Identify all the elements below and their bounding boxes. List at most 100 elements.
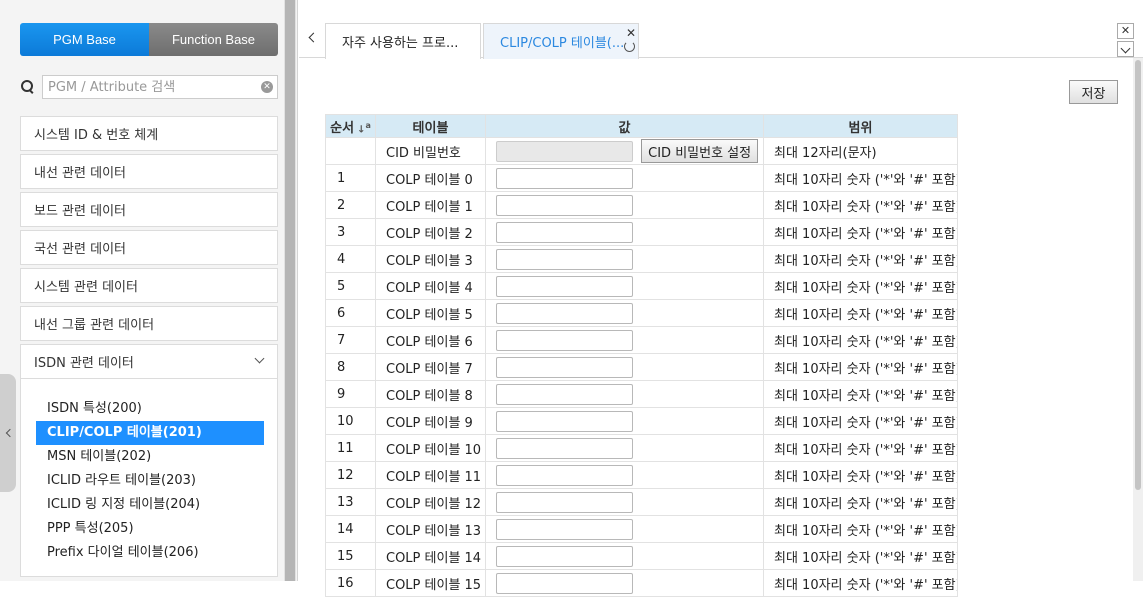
colp-value-input[interactable] bbox=[496, 356, 633, 378]
cell-table-name: COLP 테이블 3 bbox=[375, 245, 486, 273]
chevron-down-icon bbox=[254, 353, 265, 364]
search-box: ✕ bbox=[42, 75, 278, 99]
colp-value-input[interactable] bbox=[496, 491, 633, 513]
menu-item-system-id[interactable]: 시스템 ID & 번호 체계 bbox=[20, 116, 278, 151]
cell-value bbox=[485, 542, 764, 570]
cell-order: 10 bbox=[325, 407, 376, 435]
colp-value-input[interactable] bbox=[496, 221, 633, 243]
cell-order: 15 bbox=[325, 542, 376, 570]
cell-value bbox=[485, 569, 764, 597]
column-header-table: 테이블 bbox=[375, 114, 486, 138]
cell-table-name: COLP 테이블 7 bbox=[375, 353, 486, 381]
menu-item-extension-data[interactable]: 내선 관련 데이터 bbox=[20, 154, 278, 189]
cell-value: CID 비밀번호 설정 bbox=[485, 137, 764, 165]
chevron-left-icon bbox=[5, 428, 14, 438]
clip-colp-table: 순서 ↓a 테이블 값 범위 CID 비밀번호 CID 비밀번호 설정 최대 12… bbox=[325, 114, 958, 597]
clear-icon[interactable]: ✕ bbox=[261, 81, 273, 93]
search-input[interactable] bbox=[42, 75, 278, 99]
clip-colp-table-wrap: 순서 ↓a 테이블 값 범위 CID 비밀번호 CID 비밀번호 설정 최대 12… bbox=[325, 114, 958, 597]
colp-value-input[interactable] bbox=[496, 572, 633, 594]
colp-value-input[interactable] bbox=[496, 194, 633, 216]
cell-value bbox=[485, 353, 764, 381]
cid-password-set-button[interactable]: CID 비밀번호 설정 bbox=[641, 139, 759, 163]
submenu-item-iclid-ring[interactable]: ICLID 링 지정 테이블(204) bbox=[36, 493, 264, 517]
menu-item-extension-group-data[interactable]: 내선 그룹 관련 데이터 bbox=[20, 306, 278, 341]
colp-value-input[interactable] bbox=[496, 545, 633, 567]
tab-clip-colp[interactable]: CLIP/COLP 테이블(... bbox=[483, 23, 639, 59]
cell-range: 최대 10자리 숫자 ('*'와 '#' 포함) bbox=[763, 515, 958, 543]
table-row: 11 COLP 테이블 10 최대 10자리 숫자 ('*'와 '#' 포함) bbox=[325, 434, 958, 462]
refresh-icon[interactable] bbox=[624, 41, 635, 52]
save-button[interactable]: 저장 bbox=[1069, 80, 1118, 104]
cell-value bbox=[485, 245, 764, 273]
cell-order: 14 bbox=[325, 515, 376, 543]
colp-value-input[interactable] bbox=[496, 437, 633, 459]
colp-value-input[interactable] bbox=[496, 302, 633, 324]
submenu-item-prefix-dial[interactable]: Prefix 다이얼 테이블(206) bbox=[36, 541, 264, 565]
menu-item-trunk-data[interactable]: 국선 관련 데이터 bbox=[20, 230, 278, 265]
main-scrollbar[interactable] bbox=[1133, 58, 1143, 581]
table-row: 8 COLP 테이블 7 최대 10자리 숫자 ('*'와 '#' 포함) bbox=[325, 353, 958, 381]
submenu-item-iclid-route[interactable]: ICLID 라우트 테이블(203) bbox=[36, 469, 264, 493]
cell-range: 최대 10자리 숫자 ('*'와 '#' 포함) bbox=[763, 569, 958, 597]
submenu-item-isdn-feature[interactable]: ISDN 특성(200) bbox=[36, 397, 264, 421]
menu-item-isdn-data[interactable]: ISDN 관련 데이터 bbox=[20, 344, 278, 379]
tab-favorites[interactable]: 자주 사용하는 프로... bbox=[325, 23, 481, 59]
submenu-item-msn[interactable]: MSN 테이블(202) bbox=[36, 445, 264, 469]
sidebar-scroll-thumb[interactable] bbox=[285, 0, 295, 581]
cell-table-name: COLP 테이블 10 bbox=[375, 434, 486, 462]
search-icon[interactable] bbox=[20, 79, 36, 95]
table-row: 13 COLP 테이블 12 최대 10자리 숫자 ('*'와 '#' 포함) bbox=[325, 488, 958, 516]
tab-prev-icon[interactable] bbox=[308, 32, 319, 43]
colp-value-input[interactable] bbox=[496, 275, 633, 297]
sidebar-collapse-handle[interactable] bbox=[0, 374, 16, 492]
table-row: 12 COLP 테이블 11 최대 10자리 숫자 ('*'와 '#' 포함) bbox=[325, 461, 958, 489]
column-header-value: 값 bbox=[485, 114, 764, 138]
cell-order: 13 bbox=[325, 488, 376, 516]
colp-value-input[interactable] bbox=[496, 518, 633, 540]
cell-range: 최대 10자리 숫자 ('*'와 '#' 포함) bbox=[763, 299, 958, 327]
cell-order: 5 bbox=[325, 272, 376, 300]
cell-range: 최대 10자리 숫자 ('*'와 '#' 포함) bbox=[763, 272, 958, 300]
table-row: 4 COLP 테이블 3 최대 10자리 숫자 ('*'와 '#' 포함) bbox=[325, 245, 958, 273]
colp-value-input[interactable] bbox=[496, 167, 633, 189]
tab-close-icon[interactable]: ✕ bbox=[626, 26, 636, 40]
colp-value-input[interactable] bbox=[496, 464, 633, 486]
menu-item-board-data[interactable]: 보드 관련 데이터 bbox=[20, 192, 278, 227]
cell-order: 9 bbox=[325, 380, 376, 408]
colp-value-input[interactable] bbox=[496, 329, 633, 351]
menu-item-system-data[interactable]: 시스템 관련 데이터 bbox=[20, 268, 278, 303]
cell-table-name: COLP 테이블 6 bbox=[375, 326, 486, 354]
sort-icon[interactable]: ↓a bbox=[357, 121, 371, 135]
cell-value bbox=[485, 434, 764, 462]
window-dropdown-icon[interactable] bbox=[1117, 41, 1134, 57]
cell-order: 4 bbox=[325, 245, 376, 273]
cell-table-name: COLP 테이블 4 bbox=[375, 272, 486, 300]
cell-table-name: COLP 테이블 12 bbox=[375, 488, 486, 516]
cell-table-name: CID 비밀번호 bbox=[375, 137, 486, 165]
cell-value bbox=[485, 488, 764, 516]
main-scroll-thumb[interactable] bbox=[1135, 60, 1141, 490]
cell-table-name: COLP 테이블 15 bbox=[375, 569, 486, 597]
cell-range: 최대 10자리 숫자 ('*'와 '#' 포함) bbox=[763, 542, 958, 570]
submenu-item-clip-colp[interactable]: CLIP/COLP 테이블(201) bbox=[36, 421, 264, 445]
cell-range: 최대 10자리 숫자 ('*'와 '#' 포함) bbox=[763, 353, 958, 381]
table-row-cid: CID 비밀번호 CID 비밀번호 설정 최대 12자리(문자) bbox=[325, 137, 958, 165]
colp-value-input[interactable] bbox=[496, 410, 633, 432]
cell-table-name: COLP 테이블 1 bbox=[375, 191, 486, 219]
submenu-item-ppp[interactable]: PPP 특성(205) bbox=[36, 517, 264, 541]
cell-order: 7 bbox=[325, 326, 376, 354]
function-base-button[interactable]: Function Base bbox=[149, 23, 278, 56]
sidebar-scrollbar[interactable] bbox=[284, 0, 296, 581]
cell-range: 최대 10자리 숫자 ('*'와 '#' 포함) bbox=[763, 245, 958, 273]
pgm-base-button[interactable]: PGM Base bbox=[20, 23, 149, 56]
colp-value-input[interactable] bbox=[496, 383, 633, 405]
main-content: 자주 사용하는 프로... CLIP/COLP 테이블(... ✕ ✕ 저장 순… bbox=[299, 0, 1143, 597]
cell-range: 최대 10자리 숫자 ('*'와 '#' 포함) bbox=[763, 461, 958, 489]
table-row: 1 COLP 테이블 0 최대 10자리 숫자 ('*'와 '#' 포함) bbox=[325, 164, 958, 192]
column-header-order[interactable]: 순서 ↓a bbox=[325, 114, 376, 138]
colp-value-input[interactable] bbox=[496, 248, 633, 270]
cell-order bbox=[325, 137, 376, 165]
window-close-icon[interactable]: ✕ bbox=[1117, 23, 1134, 39]
cell-order: 8 bbox=[325, 353, 376, 381]
